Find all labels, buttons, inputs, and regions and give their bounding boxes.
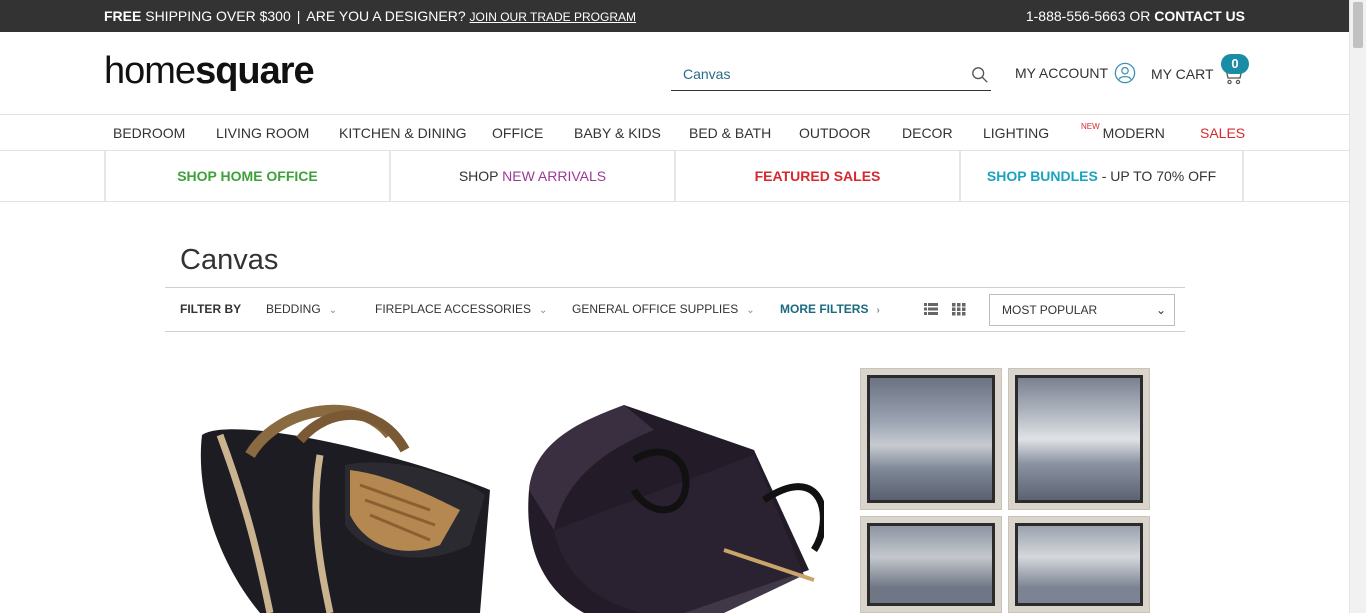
log-carrier-bag-image [200,404,490,613]
search-input[interactable] [671,62,961,86]
account-label: MY ACCOUNT [1015,65,1109,81]
my-account-link[interactable]: MY ACCOUNT [1015,62,1136,84]
filter-fireplace-label: FIREPLACE ACCESSORIES [375,302,532,316]
designer-text: ARE YOU A DESIGNER? [306,8,466,24]
nav-bed-bath[interactable]: BED & BATH [689,125,771,141]
nav-kitchen-dining[interactable]: KITCHEN & DINING [339,125,467,141]
filter-by-label: FILTER BY [180,302,242,316]
canvas-panel [860,368,1002,510]
canvas-panel [860,516,1002,613]
bundles-suffix: - UP TO 70% OFF [1097,168,1217,184]
more-filters-label: MORE FILTERS [780,302,869,316]
chevron-right-icon: › [876,305,880,316]
new-badge: NEW [1081,122,1100,131]
nav-office[interactable]: OFFICE [492,125,543,141]
scrollbar-thumb[interactable] [1353,2,1363,48]
canvas-carrier-image [528,405,827,613]
nav-lighting[interactable]: LIGHTING [983,125,1049,141]
shop-new-arrivals[interactable]: SHOP NEW ARRIVALS [389,151,674,201]
search-bar [671,58,991,91]
chevron-down-icon: ⌄ [1155,303,1166,317]
sort-select[interactable]: MOST POPULAR ⌄ [989,294,1175,326]
phone-number[interactable]: 1-888-556-5663 OR [1026,8,1154,24]
nav-modern-label: MODERN [1102,125,1165,141]
filter-office-supplies[interactable]: GENERAL OFFICE SUPPLIES ⌄ [572,302,755,316]
chevron-down-icon: ⌄ [328,305,338,316]
nav-living-room[interactable]: LIVING ROOM [216,125,309,141]
nav-outdoor[interactable]: OUTDOOR [799,125,871,141]
shop-bundles[interactable]: SHOP BUNDLES - UP TO 70% OFF [959,151,1244,201]
cart-count-badge: 0 [1221,54,1249,74]
search-icon[interactable] [971,66,989,84]
free-text: FREE [104,8,142,24]
trade-program-link[interactable]: JOIN OUR TRADE PROGRAM [470,10,636,24]
featured-sales[interactable]: FEATURED SALES [674,151,959,201]
canvas-panel [1008,368,1150,510]
topbar-separator: | [296,8,301,24]
topbar-left: FREE SHIPPING OVER $300 | ARE YOU A DESIGN… [104,8,636,24]
product-image-abstract-canvas-set[interactable] [860,368,1152,613]
new-arrivals-label: NEW ARRIVALS [502,168,607,184]
topbar-right: 1-888-556-5663 OR CONTACT US [1026,8,1245,24]
grid-view-icon[interactable] [952,302,966,316]
chevron-down-icon: ⌄ [539,305,548,316]
featured-sales-label: FEATURED SALES [754,168,881,184]
page-title: Canvas [180,244,279,276]
cart-label: MY CART [1151,66,1214,82]
nav-baby-kids[interactable]: BABY & KIDS [574,125,661,141]
shipping-text: SHIPPING OVER $300 [141,8,291,24]
logo-home: home [104,50,196,92]
more-filters-button[interactable]: MORE FILTERS › [780,302,880,316]
contact-us-link[interactable]: CONTACT US [1154,8,1245,24]
sort-selected-value: MOST POPULAR [1002,303,1098,317]
canvas-panel [1008,516,1150,613]
filter-fireplace-accessories[interactable]: FIREPLACE ACCESSORIES ⌄ [375,302,547,316]
top-promo-bar: FREE SHIPPING OVER $300 | ARE YOU A DESIGN… [0,0,1349,32]
filter-bedding-label: BEDDING [266,302,321,316]
bundles-label: SHOP BUNDLES [986,168,1098,184]
filter-bar: FILTER BY BEDDING ⌄ FIREPLACE ACCESSORIES… [165,287,1185,332]
filter-office-label: GENERAL OFFICE SUPPLIES [572,302,739,316]
nav-bedroom[interactable]: BEDROOM [113,125,185,141]
page-scrollbar[interactable] [1349,0,1366,613]
home-office-label: SHOP HOME OFFICE [177,168,318,184]
list-view-icon[interactable] [924,302,938,316]
nav-sales[interactable]: SALES [1200,125,1245,141]
my-cart-link[interactable]: MY CART 0 [1151,54,1249,86]
nav-decor[interactable]: DECOR [902,125,953,141]
main-navigation: BEDROOM LIVING ROOM KITCHEN & DINING OFF… [0,114,1349,151]
product-image-canvas-carrier[interactable] [524,400,827,613]
nav-modern[interactable]: NEW MODERN [1081,122,1165,141]
user-circle-icon [1114,62,1136,84]
filter-bedding[interactable]: BEDDING ⌄ [266,302,337,316]
homesquare-logo[interactable]: homesquare [104,50,315,93]
promo-row: SHOP HOME OFFICE SHOP NEW ARRIVALS FEATU… [0,151,1349,202]
shop-prefix: SHOP [458,168,503,184]
product-image-log-carrier[interactable] [190,395,500,613]
chevron-down-icon: ⌄ [746,305,755,316]
shop-home-office[interactable]: SHOP HOME OFFICE [104,151,389,201]
logo-square: square [195,50,315,92]
